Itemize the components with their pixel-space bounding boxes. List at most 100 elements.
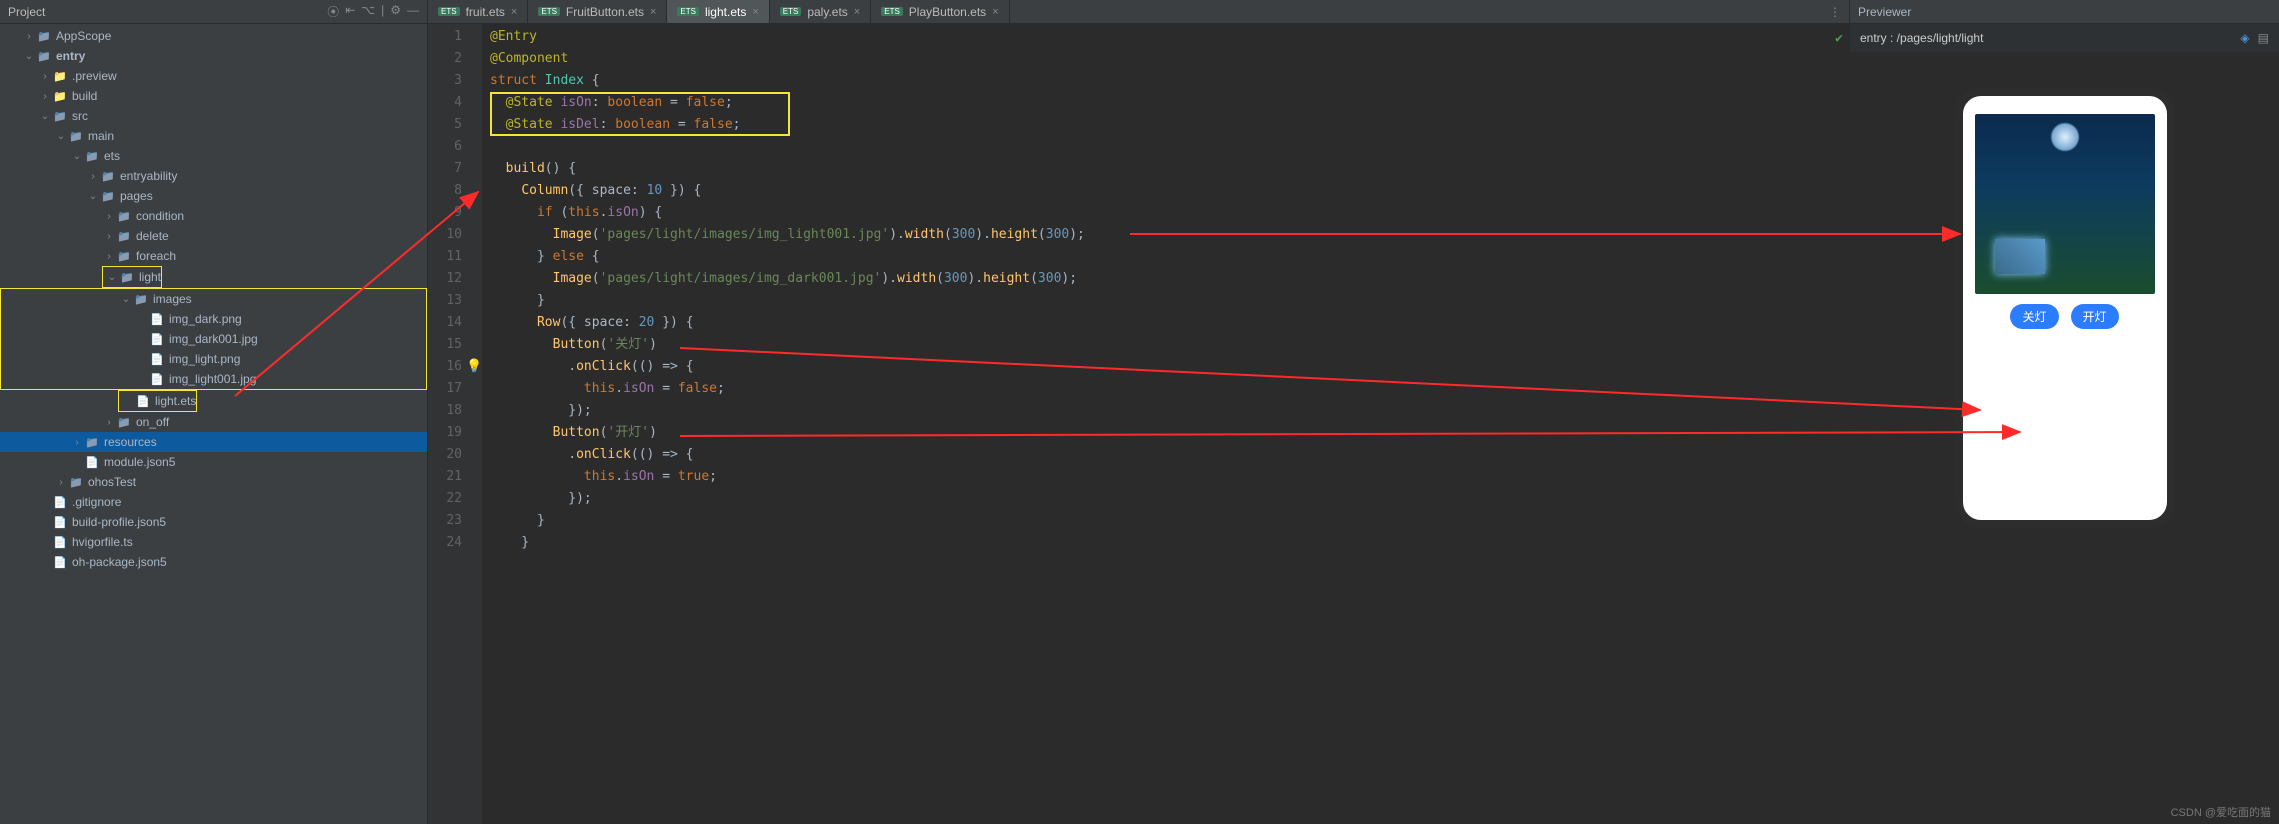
close-icon[interactable]: × xyxy=(752,6,758,18)
tree-item-delete[interactable]: ›delete xyxy=(0,226,427,246)
code-line-21[interactable]: this.isOn = true; xyxy=(490,466,1841,488)
code-line-1[interactable]: @Entry xyxy=(490,26,1841,48)
chevron-icon[interactable]: › xyxy=(102,417,116,428)
code-line-12[interactable]: Image('pages/light/images/img_dark001.jp… xyxy=(490,268,1841,290)
project-tree[interactable]: ›AppScope⌄entry›.preview›build⌄src⌄main⌄… xyxy=(0,24,427,824)
tree-label: foreach xyxy=(136,249,176,263)
chevron-icon[interactable]: › xyxy=(102,211,116,222)
tree-item--gitignore[interactable]: .gitignore xyxy=(0,492,427,512)
code-line-7[interactable]: build() { xyxy=(490,158,1841,180)
tree-item-oh-package-json5[interactable]: oh-package.json5 xyxy=(0,552,427,572)
tree-item-ets[interactable]: ⌄ets xyxy=(0,146,427,166)
lights-off-button[interactable]: 关灯 xyxy=(2010,304,2058,329)
chevron-icon[interactable]: ⌄ xyxy=(119,294,133,305)
tree-item-module-json5[interactable]: module.json5 xyxy=(0,452,427,472)
tree-item-images[interactable]: ⌄images xyxy=(1,289,426,309)
tree-item-entry[interactable]: ⌄entry xyxy=(0,46,427,66)
tree-item-resources[interactable]: ›resources xyxy=(0,432,427,452)
chevron-icon[interactable]: › xyxy=(86,171,100,182)
tree-item-img-dark-png[interactable]: img_dark.png xyxy=(1,309,426,329)
code-line-6[interactable] xyxy=(490,136,1841,158)
chevron-icon[interactable]: › xyxy=(70,437,84,448)
tree-item-condition[interactable]: ›condition xyxy=(0,206,427,226)
gear-icon[interactable]: ⚙ xyxy=(390,3,401,20)
tab-paly-ets[interactable]: ETSpaly.ets× xyxy=(770,0,871,23)
tree-item--preview[interactable]: ›.preview xyxy=(0,66,427,86)
tab-light-ets[interactable]: ETSlight.ets× xyxy=(667,0,769,23)
tree-item-img-dark001-jpg[interactable]: img_dark001.jpg xyxy=(1,329,426,349)
collapse-icon[interactable]: ⇤ xyxy=(345,3,355,20)
code-line-9[interactable]: if (this.isOn) { xyxy=(490,202,1841,224)
target-icon[interactable]: ⦿ xyxy=(327,3,339,20)
chevron-icon[interactable]: ⌄ xyxy=(70,151,84,162)
tree-item-light-ets[interactable]: light.ets xyxy=(119,391,196,411)
fold-gutter[interactable] xyxy=(468,24,482,824)
code-line-19[interactable]: Button('开灯') xyxy=(490,422,1841,444)
tree-item-pages[interactable]: ⌄pages xyxy=(0,186,427,206)
layers-icon[interactable]: ▤ xyxy=(2258,31,2269,45)
tree-label: img_light.png xyxy=(169,352,240,366)
code-line-17[interactable]: this.isOn = false; xyxy=(490,378,1841,400)
tree-item-light[interactable]: ⌄light xyxy=(103,267,161,287)
tab-overflow-icon[interactable]: ⋮ xyxy=(1821,5,1849,19)
tree-item-appscope[interactable]: ›AppScope xyxy=(0,26,427,46)
code-line-8[interactable]: Column({ space: 10 }) { xyxy=(490,180,1841,202)
close-icon[interactable]: × xyxy=(511,6,517,18)
close-icon[interactable]: × xyxy=(992,6,998,18)
tree-item-build-profile-json5[interactable]: build-profile.json5 xyxy=(0,512,427,532)
close-icon[interactable]: × xyxy=(854,6,860,18)
inspect-icon[interactable]: ◈ xyxy=(2240,31,2249,45)
code-line-11[interactable]: } else { xyxy=(490,246,1841,268)
chevron-icon[interactable]: ⌄ xyxy=(38,111,52,122)
chevron-icon[interactable]: ⌄ xyxy=(86,191,100,202)
tab-fruitbutton-ets[interactable]: ETSFruitButton.ets× xyxy=(528,0,667,23)
line-number: 19 xyxy=(430,422,462,444)
chevron-icon[interactable]: ⌄ xyxy=(54,131,68,142)
tree-item-ohostest[interactable]: ›ohosTest xyxy=(0,472,427,492)
chevron-icon[interactable]: › xyxy=(102,231,116,242)
tree-item-src[interactable]: ⌄src xyxy=(0,106,427,126)
chevron-icon[interactable]: › xyxy=(102,251,116,262)
tree-item-img-light-png[interactable]: img_light.png xyxy=(1,349,426,369)
tree-item-entryability[interactable]: ›entryability xyxy=(0,166,427,186)
tree-label: hvigorfile.ts xyxy=(72,535,133,549)
code-line-24[interactable]: } xyxy=(490,532,1841,554)
tree-item-hvigorfile-ts[interactable]: hvigorfile.ts xyxy=(0,532,427,552)
hide-icon[interactable]: — xyxy=(407,3,419,20)
folder-icon xyxy=(84,435,100,449)
code-line-18[interactable]: }); xyxy=(490,400,1841,422)
tab-playbutton-ets[interactable]: ETSPlayButton.ets× xyxy=(871,0,1009,23)
tab-fruit-ets[interactable]: ETSfruit.ets× xyxy=(428,0,528,23)
code-line-22[interactable]: }); xyxy=(490,488,1841,510)
code-line-15[interactable]: Button('关灯') xyxy=(490,334,1841,356)
tree-item-on-off[interactable]: ›on_off xyxy=(0,412,427,432)
line-number: 1 xyxy=(430,26,462,48)
code-scroll[interactable]: 123456789101112131415161718192021222324 … xyxy=(428,24,1849,824)
tree-item-img-light001-jpg[interactable]: img_light001.jpg xyxy=(1,369,426,389)
code-line-10[interactable]: Image('pages/light/images/img_light001.j… xyxy=(490,224,1841,246)
lightbulb-icon[interactable]: 💡 xyxy=(466,356,482,378)
code-line-16[interactable]: .onClick(() => {💡 xyxy=(490,356,1841,378)
chevron-icon[interactable]: › xyxy=(54,477,68,488)
close-icon[interactable]: × xyxy=(650,6,656,18)
code-line-14[interactable]: Row({ space: 20 }) { xyxy=(490,312,1841,334)
code-content[interactable]: ✔ @Entry@Componentstruct Index { @State … xyxy=(482,24,1849,824)
tree-item-main[interactable]: ⌄main xyxy=(0,126,427,146)
chevron-icon[interactable]: › xyxy=(38,91,52,102)
phone-frame: 关灯 开灯 xyxy=(1955,88,2175,528)
lights-on-button[interactable]: 开灯 xyxy=(2071,304,2119,329)
code-line-23[interactable]: } xyxy=(490,510,1841,532)
tab-label: FruitButton.ets xyxy=(566,5,644,19)
chevron-icon[interactable]: › xyxy=(38,71,52,82)
chevron-icon[interactable]: ⌄ xyxy=(105,272,119,283)
editor-tabbar[interactable]: ETSfruit.ets×ETSFruitButton.ets×ETSlight… xyxy=(428,0,1849,24)
code-line-13[interactable]: } xyxy=(490,290,1841,312)
chevron-icon[interactable]: ⌄ xyxy=(22,51,36,62)
code-line-20[interactable]: .onClick(() => { xyxy=(490,444,1841,466)
tree-item-foreach[interactable]: › foreach xyxy=(0,246,427,266)
chevron-icon[interactable]: › xyxy=(22,31,36,42)
code-line-2[interactable]: @Component xyxy=(490,48,1841,70)
show-options-icon[interactable]: ⌥ xyxy=(361,3,375,20)
tree-item-build[interactable]: ›build xyxy=(0,86,427,106)
code-line-3[interactable]: struct Index { xyxy=(490,70,1841,92)
